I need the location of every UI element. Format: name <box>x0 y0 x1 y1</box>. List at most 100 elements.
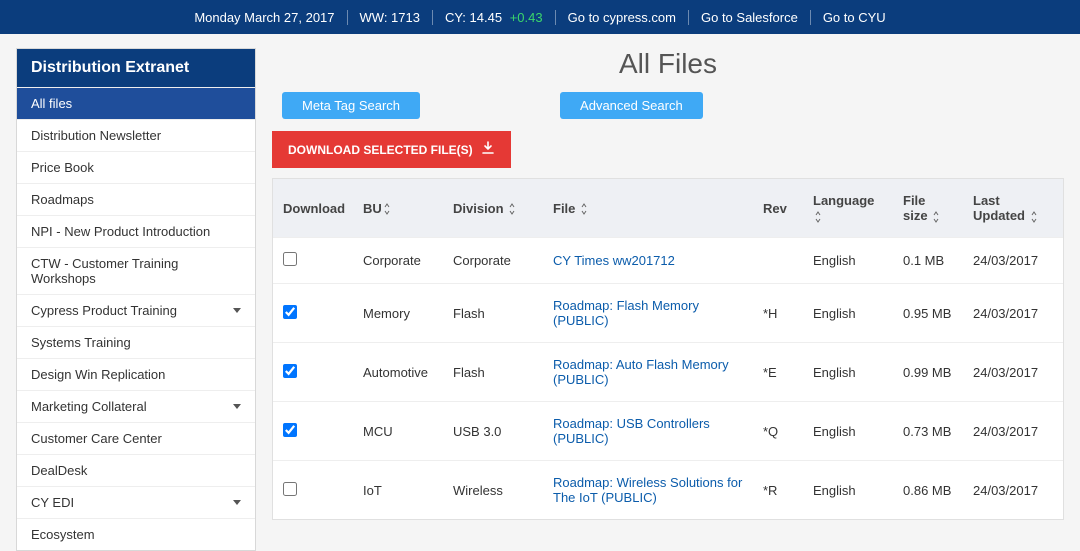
sidebar-item[interactable]: Cypress Product Training <box>17 294 255 326</box>
sort-icon <box>1029 211 1039 223</box>
col-file[interactable]: File <box>543 187 753 230</box>
download-selected-label: DOWNLOAD SELECTED FILE(S) <box>288 143 473 157</box>
table-row: MCUUSB 3.0Roadmap: USB Controllers (PUBL… <box>273 401 1063 460</box>
cell-updated: 24/03/2017 <box>963 469 1063 512</box>
sidebar-item[interactable]: DealDesk <box>17 454 255 486</box>
sidebar-item[interactable]: Systems Training <box>17 326 255 358</box>
table-row: CorporateCorporateCY Times ww201712Engli… <box>273 237 1063 283</box>
cell-size: 0.95 MB <box>893 292 963 335</box>
cell-division: Flash <box>443 292 543 335</box>
cell-bu: Corporate <box>353 239 443 282</box>
sort-icon <box>813 211 823 223</box>
cell-updated: 24/03/2017 <box>963 239 1063 282</box>
col-download: Download <box>273 187 353 230</box>
table-row: MemoryFlashRoadmap: Flash Memory (PUBLIC… <box>273 283 1063 342</box>
cell-division: Flash <box>443 351 543 394</box>
cell-division: USB 3.0 <box>443 410 543 453</box>
topbar: Monday March 27, 2017 WW: 1713 CY: 14.45… <box>0 0 1080 34</box>
sidebar-item-label: Design Win Replication <box>31 367 165 382</box>
topbar-ww: WW: 1713 <box>348 10 433 25</box>
cell-bu: Memory <box>353 292 443 335</box>
sidebar-item[interactable]: All files <box>17 87 255 119</box>
cell-bu: MCU <box>353 410 443 453</box>
sidebar-item[interactable]: CTW - Customer Training Workshops <box>17 247 255 294</box>
cell-size: 0.99 MB <box>893 351 963 394</box>
sidebar-item-label: DealDesk <box>31 463 87 478</box>
cell-size: 0.86 MB <box>893 469 963 512</box>
table-row: AutomotiveFlashRoadmap: Auto Flash Memor… <box>273 342 1063 401</box>
sidebar-item[interactable]: Design Win Replication <box>17 358 255 390</box>
cell-updated: 24/03/2017 <box>963 292 1063 335</box>
col-division[interactable]: Division <box>443 187 543 230</box>
download-icon <box>481 141 495 158</box>
cell-file-link[interactable]: CY Times ww201712 <box>543 239 753 282</box>
sidebar-item[interactable]: Ecosystem <box>17 518 255 550</box>
cell-division: Corporate <box>443 239 543 282</box>
topbar-date: Monday March 27, 2017 <box>182 10 347 25</box>
cell-size: 0.1 MB <box>893 239 963 282</box>
cell-language: English <box>803 292 893 335</box>
col-last-updated[interactable]: Last Updated <box>963 179 1063 237</box>
cell-language: English <box>803 351 893 394</box>
cell-language: English <box>803 410 893 453</box>
sidebar-item[interactable]: Marketing Collateral <box>17 390 255 422</box>
page-title: All Files <box>272 48 1064 80</box>
cell-rev <box>753 247 803 275</box>
topbar-link-cyu[interactable]: Go to CYU <box>823 10 886 25</box>
cell-language: English <box>803 239 893 282</box>
sidebar-item-label: Distribution Newsletter <box>31 128 161 143</box>
col-bu[interactable]: BU <box>353 187 443 230</box>
files-table: Download BU Division File Rev Language F… <box>272 178 1064 520</box>
cell-updated: 24/03/2017 <box>963 410 1063 453</box>
sidebar: Distribution Extranet All filesDistribut… <box>16 48 256 551</box>
cell-file-link[interactable]: Roadmap: Wireless Solutions for The IoT … <box>543 461 753 519</box>
cell-language: English <box>803 469 893 512</box>
cell-rev: *E <box>753 351 803 394</box>
sort-icon <box>931 211 941 223</box>
chevron-down-icon <box>233 308 241 313</box>
sidebar-item-label: Customer Care Center <box>31 431 162 446</box>
row-checkbox[interactable] <box>283 252 297 266</box>
topbar-link-salesforce[interactable]: Go to Salesforce <box>701 10 798 25</box>
cell-rev: *H <box>753 292 803 335</box>
sidebar-item[interactable]: NPI - New Product Introduction <box>17 215 255 247</box>
sort-icon <box>579 203 589 215</box>
row-checkbox[interactable] <box>283 305 297 319</box>
cell-bu: IoT <box>353 469 443 512</box>
sort-icon <box>507 203 517 215</box>
sidebar-item-label: Systems Training <box>31 335 131 350</box>
sidebar-item[interactable]: CY EDI <box>17 486 255 518</box>
cell-file-link[interactable]: Roadmap: Flash Memory (PUBLIC) <box>543 284 753 342</box>
sidebar-item[interactable]: Distribution Newsletter <box>17 119 255 151</box>
row-checkbox[interactable] <box>283 423 297 437</box>
col-language[interactable]: Language <box>803 179 893 237</box>
row-checkbox[interactable] <box>283 482 297 496</box>
topbar-link-cypress[interactable]: Go to cypress.com <box>568 10 676 25</box>
cell-rev: *Q <box>753 410 803 453</box>
sidebar-item-label: CTW - Customer Training Workshops <box>31 256 241 286</box>
table-row: IoTWirelessRoadmap: Wireless Solutions f… <box>273 460 1063 519</box>
cell-division: Wireless <box>443 469 543 512</box>
topbar-stock: CY: 14.45 +0.43 <box>433 10 556 25</box>
sort-icon <box>382 203 392 215</box>
chevron-down-icon <box>233 500 241 505</box>
sidebar-item-label: Price Book <box>31 160 94 175</box>
sidebar-item[interactable]: Customer Care Center <box>17 422 255 454</box>
cell-updated: 24/03/2017 <box>963 351 1063 394</box>
stock-label: CY: 14.45 <box>445 10 502 25</box>
cell-bu: Automotive <box>353 351 443 394</box>
download-selected-button[interactable]: DOWNLOAD SELECTED FILE(S) <box>272 131 511 168</box>
sidebar-item-label: NPI - New Product Introduction <box>31 224 210 239</box>
sidebar-item-label: CY EDI <box>31 495 74 510</box>
row-checkbox[interactable] <box>283 364 297 378</box>
sidebar-item[interactable]: Price Book <box>17 151 255 183</box>
col-rev: Rev <box>753 187 803 230</box>
meta-tag-search-button[interactable]: Meta Tag Search <box>282 92 420 119</box>
advanced-search-button[interactable]: Advanced Search <box>560 92 703 119</box>
col-file-size[interactable]: File size <box>893 179 963 237</box>
sidebar-item[interactable]: Roadmaps <box>17 183 255 215</box>
sidebar-item-label: Cypress Product Training <box>31 303 177 318</box>
cell-file-link[interactable]: Roadmap: USB Controllers (PUBLIC) <box>543 402 753 460</box>
sidebar-item-label: Marketing Collateral <box>31 399 147 414</box>
cell-file-link[interactable]: Roadmap: Auto Flash Memory (PUBLIC) <box>543 343 753 401</box>
